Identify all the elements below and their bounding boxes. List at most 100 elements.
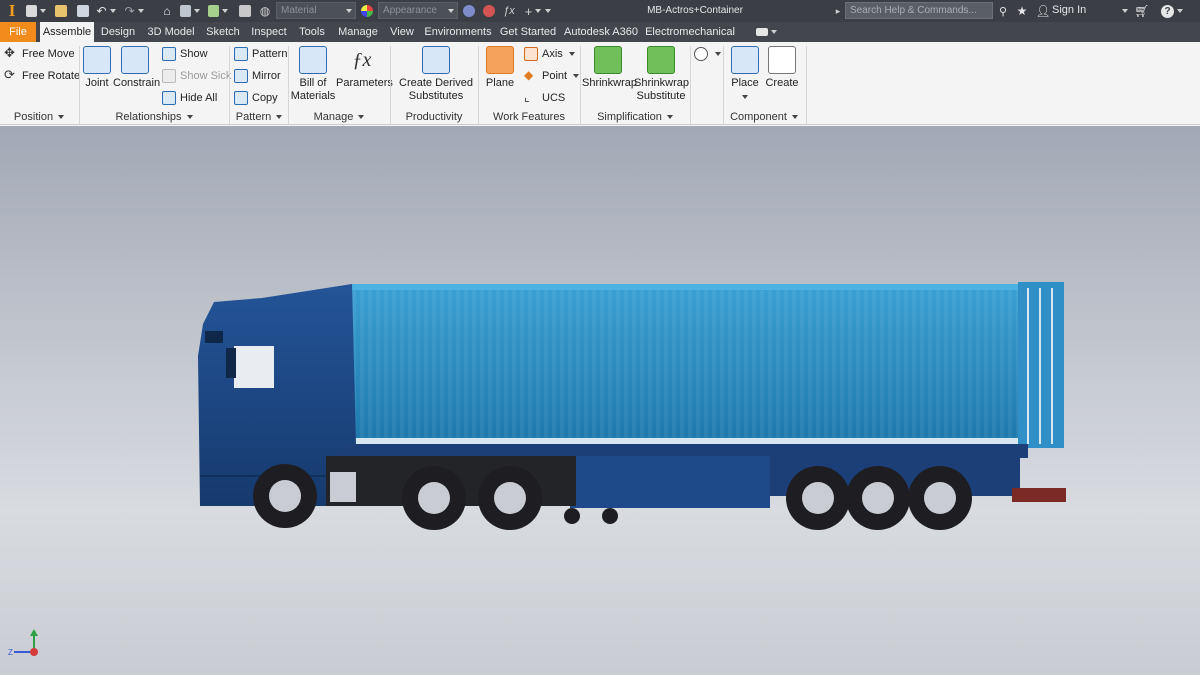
place-icon (731, 46, 759, 74)
appearance-dropdown[interactable]: Appearance (378, 2, 458, 19)
select-icon[interactable] (208, 3, 228, 19)
place-button[interactable]: Place (728, 46, 762, 103)
shrinkwrap-icon (594, 46, 622, 74)
triad-z-label: Z (8, 648, 13, 657)
tab-assemble[interactable]: Assemble (40, 22, 94, 42)
truck-container-model: Z (8, 282, 1066, 657)
new-file-icon[interactable] (26, 3, 46, 19)
pattern-icon (234, 47, 248, 61)
update-icon[interactable] (180, 3, 200, 19)
plane-icon (486, 46, 514, 74)
panel-relationships-label[interactable]: Relationships (80, 111, 228, 123)
axis-icon (524, 47, 538, 61)
fuel-tank (330, 472, 356, 502)
pattern-button[interactable]: Pattern (234, 47, 287, 61)
show-icon (162, 47, 176, 61)
tab-3d-model[interactable]: 3D Model (144, 22, 198, 42)
derived-substitutes-icon (422, 46, 450, 74)
copy-button[interactable]: Copy (234, 91, 278, 105)
document-title: MB-Actros+Container (647, 5, 743, 16)
free-rotate-icon: ⟳ (4, 67, 15, 82)
tab-sketch[interactable]: Sketch (203, 22, 243, 42)
panel-component-label[interactable]: Component (724, 111, 804, 123)
axis-button[interactable]: Axis (524, 47, 575, 61)
more-options-button[interactable] (694, 47, 721, 61)
redo-icon[interactable]: ↷ (124, 3, 144, 19)
tab-tools[interactable]: Tools (294, 22, 330, 42)
title-bar: I ↶ ↷ ⌂ ◍ Material Appearance ƒx + MB-Ac… (0, 0, 1200, 22)
more-options-icon (694, 47, 708, 61)
parameters-button[interactable]: ƒx Parameters (336, 46, 393, 90)
ribbon: ✥ Free Move ⟳ Free Rotate Position Joint C… (0, 42, 1200, 125)
ribbon-tabs: File Assemble Design 3D Model Sketch Ins… (0, 22, 1200, 42)
function-icon[interactable]: ƒx (502, 3, 516, 19)
clear-appearance-icon[interactable] (462, 3, 476, 19)
tab-environments[interactable]: Environments (423, 22, 493, 42)
show-sick-icon (162, 69, 176, 83)
open-folder-icon[interactable] (54, 3, 68, 19)
bill-of-materials-icon (299, 46, 327, 74)
shrinkwrap-substitute-icon (647, 46, 675, 74)
adjust-icon[interactable] (482, 3, 496, 19)
panel-simplification-label[interactable]: Simplification (581, 111, 689, 123)
plane-button[interactable]: Plane (482, 46, 518, 90)
view-triad-icon[interactable]: Z (8, 629, 38, 657)
mirror-icon (234, 69, 248, 83)
cart-icon[interactable]: 🛒︎ (1134, 3, 1150, 19)
panel-productivity-label: Productivity (405, 111, 463, 123)
signin-dropdown-icon[interactable] (1118, 3, 1128, 19)
panel-position-label[interactable]: Position (0, 111, 78, 123)
appearance-icon[interactable] (360, 3, 374, 19)
panel-display-toggle-icon[interactable] (752, 22, 780, 42)
tab-autodesk-a360[interactable]: Autodesk A360 (563, 22, 639, 42)
joint-icon (83, 46, 111, 74)
shrinkwrap-substitute-button[interactable]: Shrinkwrap Substitute (634, 46, 689, 103)
create-component-icon (768, 46, 796, 74)
create-button[interactable]: Create (764, 46, 800, 90)
search-go-icon[interactable]: ⚲ (996, 3, 1010, 19)
tab-manage[interactable]: Manage (335, 22, 381, 42)
tab-file[interactable]: File (0, 22, 36, 42)
panel-manage-label[interactable]: Manage (289, 111, 389, 123)
customize-icon[interactable] (540, 3, 552, 19)
search-input[interactable]: Search Help & Commands... (845, 2, 993, 19)
ucs-icon: ⌞ (524, 90, 530, 104)
graphics-viewport[interactable]: Z (0, 126, 1200, 675)
shrinkwrap-button[interactable]: Shrinkwrap (582, 46, 637, 90)
hide-all-icon (162, 91, 176, 105)
tab-electromechanical[interactable]: Electromechanical (644, 22, 736, 42)
free-rotate-button[interactable]: ⟳ Free Rotate (4, 67, 80, 83)
sign-in-link[interactable]: Sign In (1052, 4, 1086, 16)
material-dropdown[interactable]: Material (276, 2, 356, 19)
show-sick-button: Show Sick (162, 69, 231, 83)
undo-icon[interactable]: ↶ (96, 3, 116, 19)
create-derived-substitutes-button[interactable]: Create Derived Substitutes (396, 46, 476, 103)
panel-pattern-label[interactable]: Pattern (230, 111, 288, 123)
point-button[interactable]: ◆ Point (524, 68, 580, 83)
bill-of-materials-button[interactable]: Bill of Materials (290, 46, 336, 103)
globe-icon[interactable]: ◍ (258, 3, 272, 19)
help-icon[interactable]: ? (1160, 3, 1184, 19)
home-icon[interactable]: ⌂ (160, 3, 174, 19)
copy-icon (234, 91, 248, 105)
shipping-container (352, 282, 1064, 448)
tab-get-started[interactable]: Get Started (498, 22, 558, 42)
joint-button[interactable]: Joint (82, 46, 112, 90)
tab-view[interactable]: View (386, 22, 418, 42)
free-move-button[interactable]: ✥ Free Move (4, 45, 75, 61)
tab-design[interactable]: Design (98, 22, 138, 42)
constrain-button[interactable]: Constrain (113, 46, 160, 90)
free-move-icon: ✥ (4, 45, 15, 60)
hide-all-button[interactable]: Hide All (162, 91, 217, 105)
point-icon: ◆ (524, 68, 534, 82)
show-button[interactable]: Show (162, 47, 208, 61)
mirror-button[interactable]: Mirror (234, 69, 281, 83)
ucs-button[interactable]: ⌞ UCS (524, 91, 565, 105)
measure-icon[interactable] (238, 3, 252, 19)
save-icon[interactable] (76, 3, 90, 19)
user-icon: 👤︎ (1035, 4, 1051, 18)
tab-inspect[interactable]: Inspect (248, 22, 290, 42)
favorites-star-icon[interactable]: ★ (1015, 3, 1029, 19)
app-logo-icon[interactable]: I (4, 1, 20, 21)
search-expand-icon[interactable]: ▸ (833, 3, 843, 19)
